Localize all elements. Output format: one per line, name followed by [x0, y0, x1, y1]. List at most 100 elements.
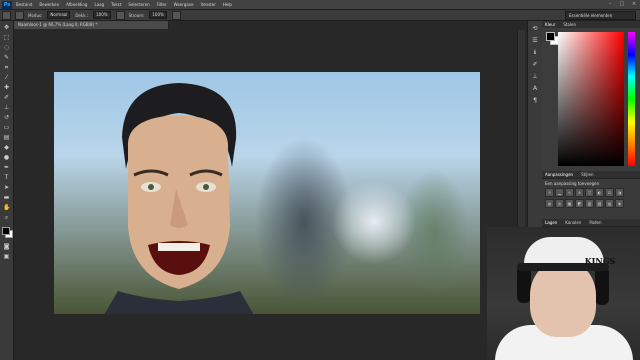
tab-styles[interactable]: Stijlen — [581, 171, 593, 178]
color-lookup-icon[interactable]: ▦ — [565, 199, 574, 208]
brightness-icon[interactable]: ☼ — [545, 188, 554, 197]
brush-icon[interactable]: ✐ — [531, 61, 539, 69]
brush-panel-icon[interactable] — [15, 10, 24, 20]
lasso-tool-icon[interactable]: ◌ — [3, 44, 10, 51]
tab-channels[interactable]: Kanalen — [565, 219, 581, 226]
adjustments-title: Een aanpassing toevoegen — [545, 181, 600, 186]
menu-filter[interactable]: Filter — [157, 2, 167, 7]
selective-color-icon[interactable]: ◈ — [615, 199, 624, 208]
menu-bar: Ps Bestand Bewerken Afbeelding Laag Teks… — [0, 0, 640, 10]
screen-mode-icon[interactable]: ▣ — [3, 253, 10, 260]
tab-layers[interactable]: Lagen — [545, 219, 557, 226]
close-button[interactable]: × — [630, 1, 638, 7]
mode-label: Modus: — [28, 12, 43, 18]
tab-color[interactable]: Kleur — [545, 21, 555, 28]
tab-adjustments[interactable]: Aanpassingen — [545, 171, 573, 178]
menu-laag[interactable]: Laag — [94, 2, 104, 7]
invert-icon[interactable]: ◩ — [575, 199, 584, 208]
document-tab[interactable]: Naamloos-1 @ 66,7% (Laag 0, RGB/8) * — [14, 21, 169, 29]
eraser-tool-icon[interactable]: ▭ — [3, 124, 10, 131]
dodge-tool-icon[interactable]: ● — [3, 154, 10, 161]
properties-icon[interactable]: ☰ — [531, 37, 539, 45]
menu-bewerken[interactable]: Bewerken — [39, 2, 59, 7]
menu-venster[interactable]: Venster — [201, 2, 216, 7]
clone-source-icon[interactable]: ⊥ — [531, 73, 539, 81]
panel-foreground-swatch[interactable] — [546, 32, 555, 41]
shape-tool-icon[interactable]: ▬ — [3, 194, 10, 201]
type-tool-icon[interactable]: T — [3, 174, 10, 181]
menu-help[interactable]: Help — [223, 2, 232, 7]
color-balance-icon[interactable]: ⚖ — [605, 188, 614, 197]
color-swatches[interactable] — [1, 227, 13, 238]
vibrance-icon[interactable]: ▽ — [585, 188, 594, 197]
blur-tool-icon[interactable]: ◆ — [3, 144, 10, 151]
levels-icon[interactable]: ▁ — [555, 188, 564, 197]
marquee-tool-icon[interactable]: ⬚ — [3, 34, 10, 41]
minimize-button[interactable]: – — [606, 1, 614, 7]
threshold-icon[interactable]: ▧ — [595, 199, 604, 208]
clone-stamp-tool-icon[interactable]: ⊥ — [3, 104, 10, 111]
character-icon[interactable]: A — [531, 85, 539, 93]
zoom-tool-icon[interactable]: ⌕ — [3, 214, 10, 221]
black-white-icon[interactable]: ◑ — [615, 188, 624, 197]
webcam-cap-brim — [517, 263, 609, 271]
airbrush-icon[interactable] — [171, 10, 181, 20]
pressure-opacity-icon[interactable] — [115, 10, 125, 20]
mode-select[interactable]: Normaal — [47, 11, 71, 19]
color-field[interactable] — [558, 32, 624, 166]
healing-tool-icon[interactable]: ✚ — [3, 84, 10, 91]
menu-afbeelding[interactable]: Afbeelding — [66, 2, 87, 7]
channel-mixer-icon[interactable]: ◎ — [555, 199, 564, 208]
color-panel — [542, 28, 640, 171]
posterize-icon[interactable]: ▥ — [585, 199, 594, 208]
move-tool-icon[interactable]: ✥ — [3, 24, 10, 31]
pen-tool-icon[interactable]: ✒ — [3, 164, 10, 171]
history-icon[interactable]: ⟲ — [531, 25, 539, 33]
opacity-label: Dekk.: — [75, 12, 89, 18]
brush-preset-icon[interactable] — [2, 10, 11, 20]
maximize-button[interactable]: □ — [618, 1, 626, 7]
collapsed-panel-strip: ⟲ ☰ ℹ ✐ ⊥ A ¶ — [527, 21, 543, 251]
paragraph-icon[interactable]: ¶ — [531, 97, 539, 105]
webcam-person-face — [530, 261, 596, 337]
menu-bestand[interactable]: Bestand — [16, 2, 32, 7]
hand-tool-icon[interactable]: ✋ — [3, 204, 10, 211]
foreground-color-swatch[interactable] — [1, 227, 10, 235]
menu-tekst[interactable]: Tekst — [111, 2, 121, 7]
info-icon[interactable]: ℹ — [531, 49, 539, 57]
photoshop-logo: Ps — [2, 0, 12, 9]
adjustments-panel-tabs: Aanpassingen Stijlen — [542, 171, 640, 178]
adjustments-panel: Een aanpassing toevoegen ☼ ▁ ∿ ± ▽ ◐ ⚖ ◑… — [542, 178, 640, 219]
tab-swatches[interactable]: Stalen — [563, 21, 576, 28]
workspace-select[interactable]: Essentiële elementen — [565, 11, 636, 20]
exposure-icon[interactable]: ± — [575, 188, 584, 197]
history-brush-tool-icon[interactable]: ↺ — [3, 114, 10, 121]
photo-filter-icon[interactable]: ◍ — [545, 199, 554, 208]
window-controls: – □ × — [606, 1, 638, 7]
menu-selecteren[interactable]: Selecteren — [128, 2, 149, 7]
opacity-field[interactable]: 100% — [93, 11, 111, 19]
menu-weergave[interactable]: Weergave — [174, 2, 194, 7]
webcam-overlay: KINGS — [487, 227, 640, 360]
headphones-right — [595, 267, 609, 305]
quick-mask-icon[interactable]: ◙ — [3, 243, 10, 250]
face-photo — [104, 83, 254, 314]
hue-saturation-icon[interactable]: ◐ — [595, 188, 604, 197]
gradient-tool-icon[interactable]: ▤ — [3, 134, 10, 141]
gradient-map-icon[interactable]: ▤ — [605, 199, 614, 208]
color-panel-tabs: Kleur Stalen — [542, 21, 640, 28]
path-select-tool-icon[interactable]: ➤ — [3, 184, 10, 191]
flow-label: Stroom: — [128, 12, 145, 18]
crop-tool-icon[interactable]: ⌗ — [3, 64, 10, 71]
document-area — [14, 30, 526, 360]
image-canvas[interactable] — [54, 72, 480, 314]
eyedropper-tool-icon[interactable]: ⁄ — [3, 74, 10, 81]
curves-icon[interactable]: ∿ — [565, 188, 574, 197]
adjustments-grid: ☼ ▁ ∿ ± ▽ ◐ ⚖ ◑ ◍ ◎ ▦ ◩ ▥ ▧ ▤ ◈ — [542, 188, 640, 208]
flow-field[interactable]: 100% — [149, 11, 167, 19]
tab-paths[interactable]: Paden — [589, 219, 601, 226]
layers-panel-tabs: Lagen Kanalen Paden — [542, 219, 640, 226]
hue-slider[interactable] — [628, 32, 635, 166]
brush-tool-icon[interactable]: ✐ — [3, 94, 10, 101]
quick-select-tool-icon[interactable]: ✎ — [3, 54, 10, 61]
